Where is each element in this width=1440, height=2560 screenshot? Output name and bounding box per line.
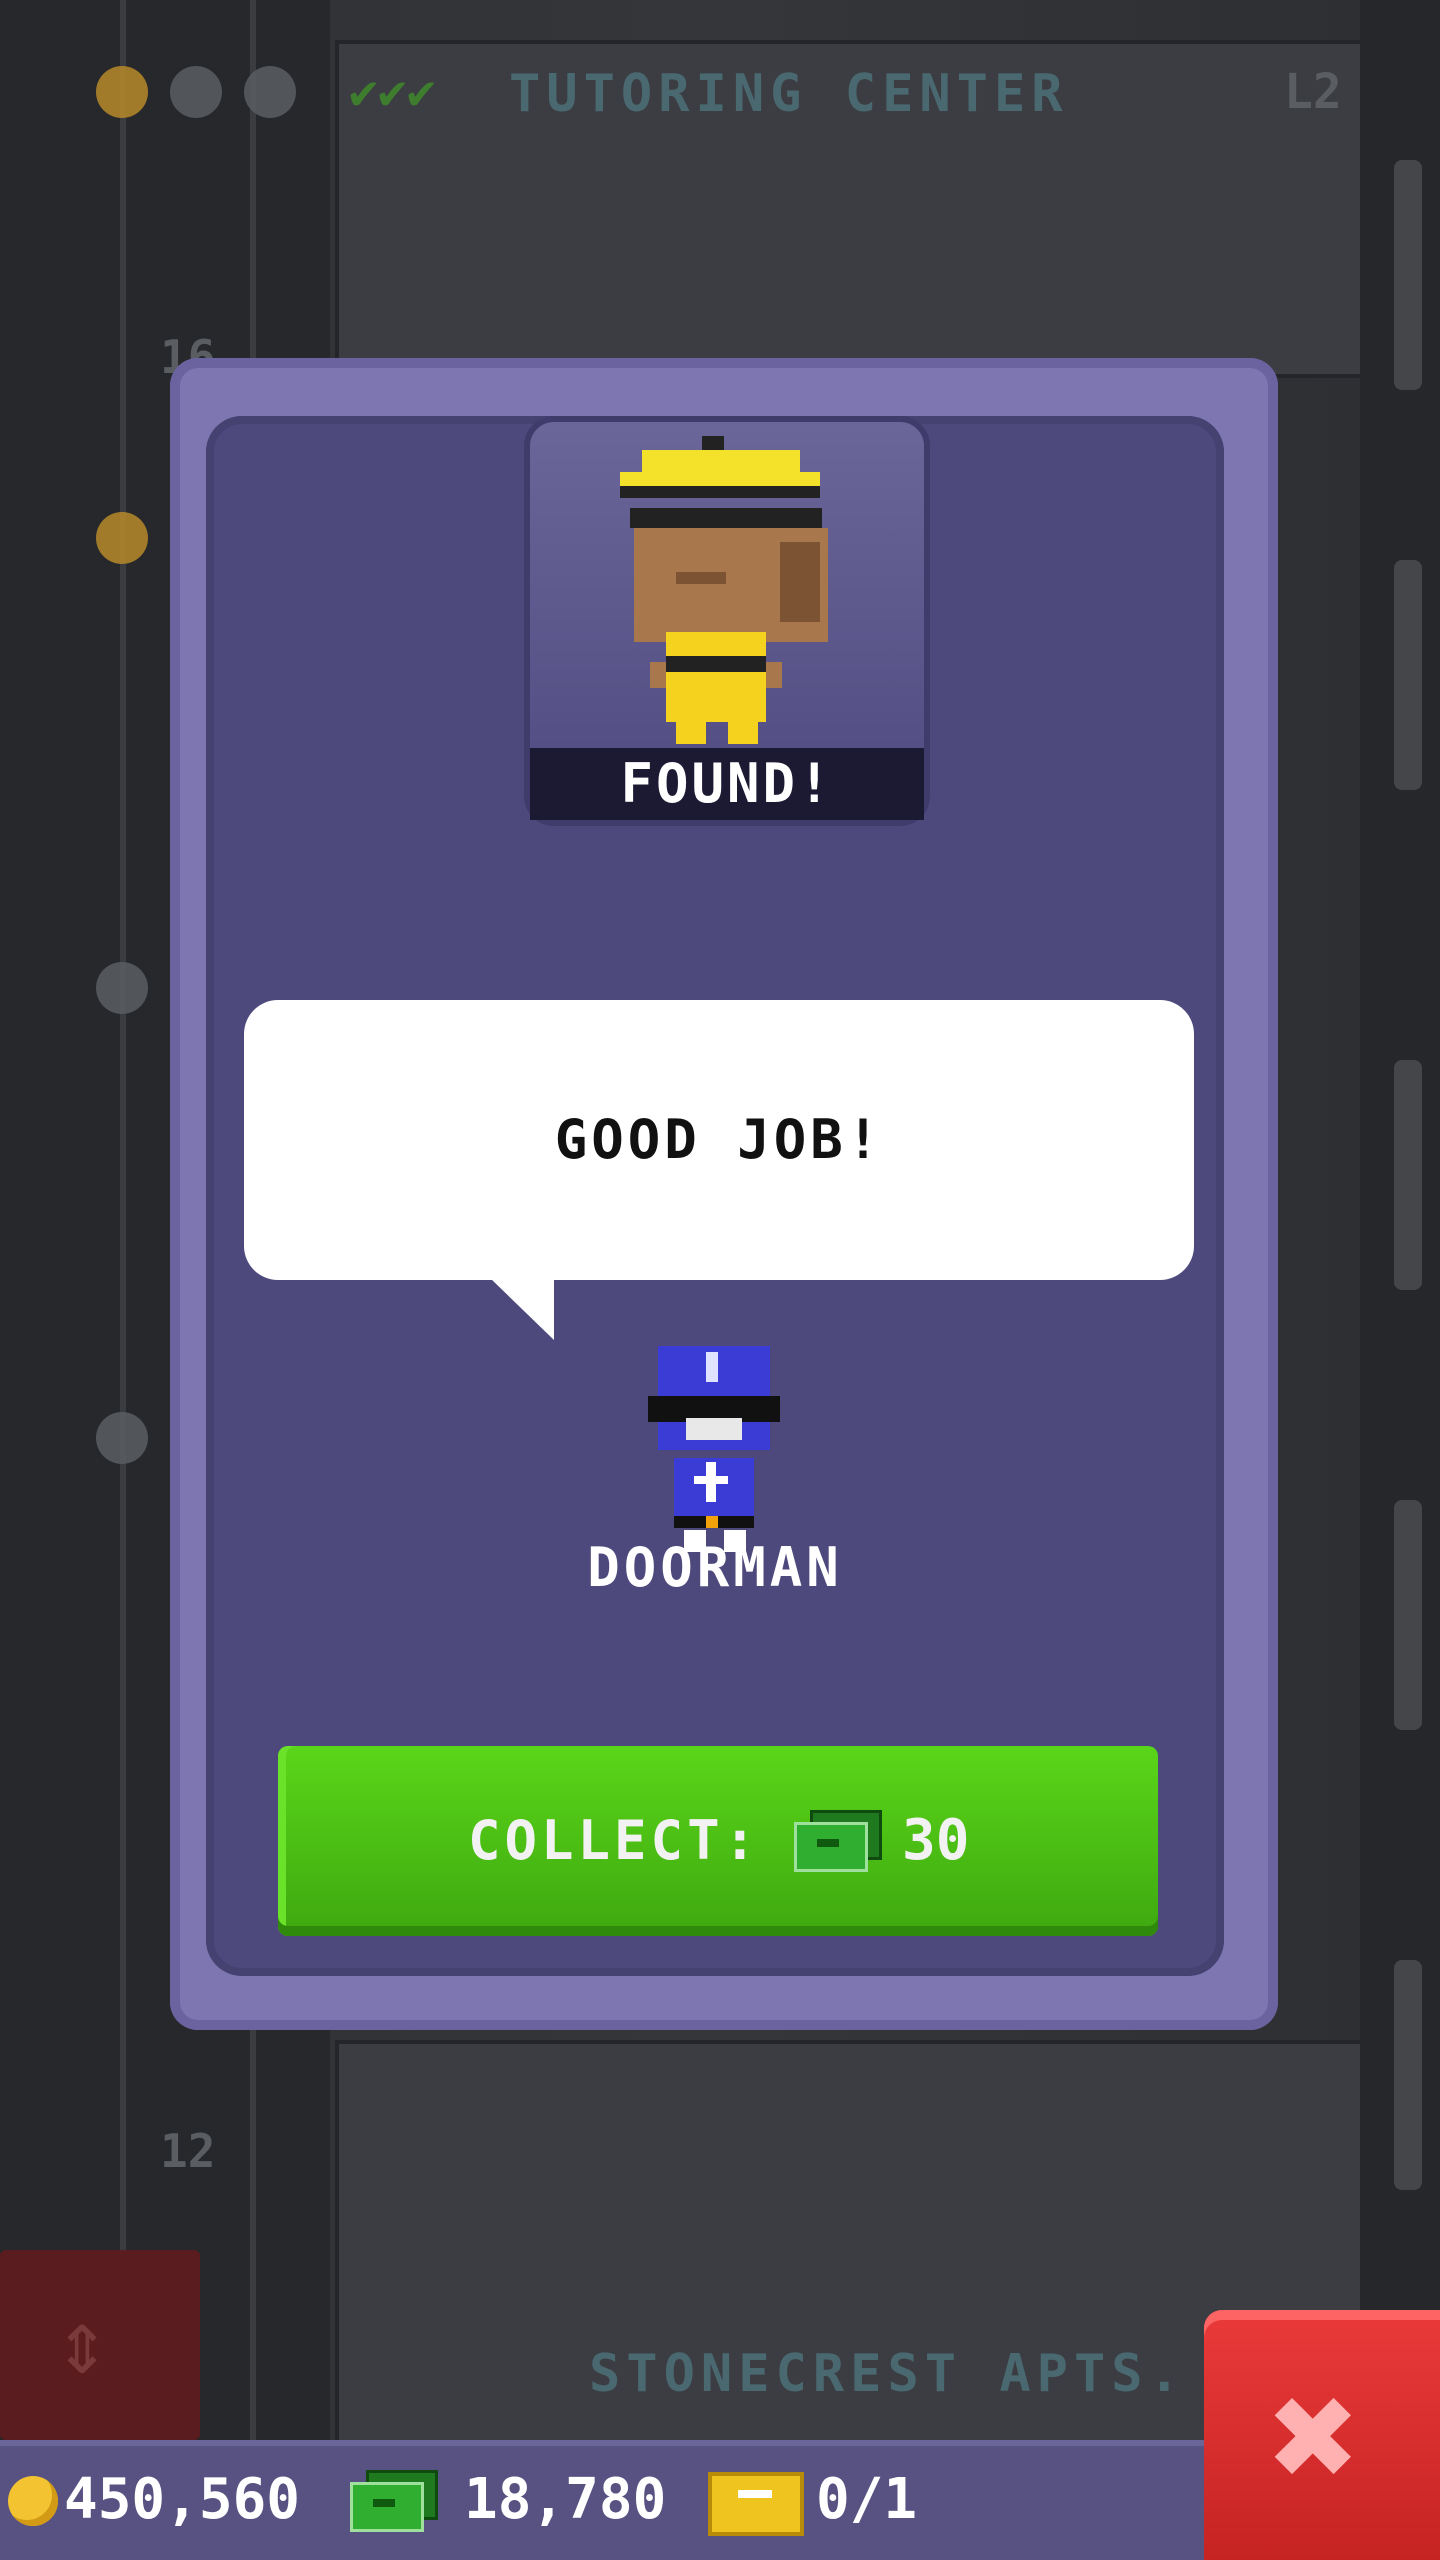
floor-tutoring-center[interactable]: ✔✔✔ TUTORING CENTER L2 bbox=[335, 40, 1368, 378]
floor-number: 12 bbox=[160, 2124, 216, 2178]
elevator-arrows-icon: ⇕ bbox=[55, 2290, 110, 2395]
found-bitizen-modal: FOUND! GOOD JOB! DOORMAN COLLECT: 30 bbox=[170, 358, 1278, 2030]
star-icon bbox=[96, 962, 148, 1014]
floor-title: TUTORING CENTER bbox=[509, 64, 1069, 124]
ticket-icon bbox=[708, 2472, 804, 2536]
right-scroll-strip bbox=[1360, 0, 1440, 2440]
star-icon bbox=[96, 66, 148, 118]
speech-bubble-tail bbox=[490, 1278, 554, 1340]
coin-icon bbox=[8, 2476, 58, 2526]
check-icon: ✔✔✔ bbox=[349, 64, 436, 120]
found-character-sprite bbox=[620, 436, 828, 744]
tickets-amount: 0/1 bbox=[816, 2467, 918, 2532]
close-icon: ✖ bbox=[1270, 2350, 1361, 2524]
star-icon bbox=[96, 1412, 148, 1464]
floor-title: STONECREST APTS. bbox=[589, 2344, 1186, 2404]
floor-level: L2 bbox=[1284, 64, 1342, 120]
shaft-rail bbox=[120, 0, 126, 2440]
close-button[interactable]: ✖ bbox=[1204, 2310, 1440, 2560]
bux-amount: 18,780 bbox=[464, 2467, 667, 2532]
character-portrait: FOUND! bbox=[524, 416, 930, 826]
window-slot bbox=[1394, 1960, 1422, 2190]
bux-icon bbox=[794, 1810, 882, 1872]
bux-icon bbox=[350, 2470, 438, 2532]
found-label: FOUND! bbox=[530, 748, 924, 820]
doorman-sprite bbox=[648, 1346, 780, 1552]
window-slot bbox=[1394, 560, 1422, 790]
star-icon bbox=[244, 66, 296, 118]
elevator-button[interactable]: ⇕ bbox=[0, 2250, 200, 2440]
collect-label: COLLECT: bbox=[468, 1809, 761, 1872]
collect-button[interactable]: COLLECT: 30 bbox=[278, 1746, 1158, 1936]
window-slot bbox=[1394, 1500, 1422, 1730]
modal-panel: FOUND! GOOD JOB! DOORMAN COLLECT: 30 bbox=[206, 416, 1224, 1976]
character-name: DOORMAN bbox=[587, 1536, 843, 1599]
collect-amount: 30 bbox=[902, 1808, 970, 1873]
star-icon bbox=[96, 512, 148, 564]
window-slot bbox=[1394, 160, 1422, 390]
speech-text: GOOD JOB! bbox=[554, 1108, 884, 1171]
coins-amount: 450,560 bbox=[64, 2467, 301, 2532]
window-slot bbox=[1394, 1060, 1422, 1290]
star-icon bbox=[170, 66, 222, 118]
speech-bubble: GOOD JOB! bbox=[244, 1000, 1194, 1280]
